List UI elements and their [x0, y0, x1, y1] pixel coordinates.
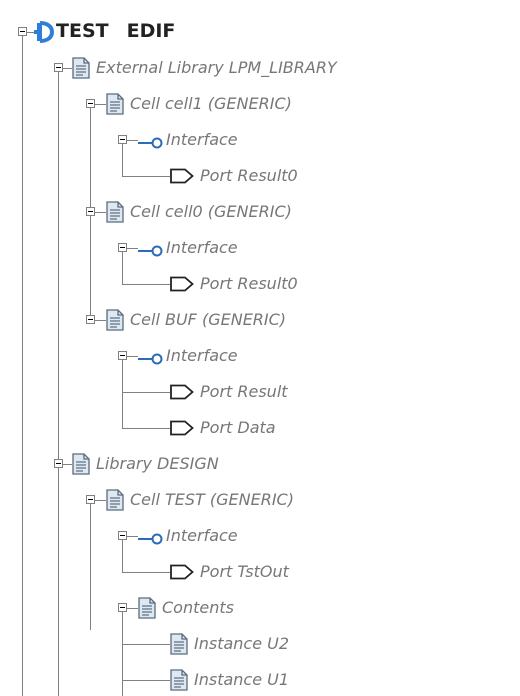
- node-label: Port Data: [200, 418, 276, 437]
- tree-node[interactable]: Library DESIGN: [0, 452, 520, 476]
- tree-connector: [127, 608, 138, 609]
- tree-connector: [122, 680, 170, 681]
- tree-node[interactable]: Instance U1: [0, 668, 520, 692]
- node-label: Cell BUF (GENERIC): [130, 310, 287, 329]
- tree-root[interactable]: TEST EDIF: [0, 20, 520, 44]
- tree-connector: [122, 428, 170, 429]
- tree-connector: [127, 536, 138, 537]
- node-label: Interface: [166, 130, 238, 149]
- collapse-toggle[interactable]: [86, 207, 95, 216]
- document-icon: [170, 669, 188, 695]
- tree-node[interactable]: Cell BUF (GENERIC): [0, 308, 520, 332]
- document-icon: [106, 489, 124, 515]
- tree-node[interactable]: Port TstOut: [0, 560, 520, 584]
- collapse-toggle[interactable]: [118, 243, 127, 252]
- interface-icon: [138, 242, 164, 261]
- tree-connector: [127, 356, 138, 357]
- collapse-toggle[interactable]: [118, 135, 127, 144]
- document-icon: [72, 57, 90, 83]
- node-label: Cell TEST (GENERIC): [130, 490, 294, 509]
- port-icon: [170, 564, 194, 584]
- tree-connector: [95, 320, 106, 321]
- tree-node[interactable]: Contents: [0, 596, 520, 620]
- tree-node[interactable]: Interface: [0, 524, 520, 548]
- tree-connector: [95, 500, 106, 501]
- tree-node[interactable]: Cell cell0 (GENERIC): [0, 200, 520, 224]
- collapse-toggle[interactable]: [86, 99, 95, 108]
- node-label: External Library LPM_LIBRARY: [96, 58, 337, 77]
- port-icon: [170, 384, 194, 404]
- document-icon: [138, 597, 156, 623]
- node-label: Port Result0: [200, 166, 298, 185]
- tree-node[interactable]: Port Result0: [0, 164, 520, 188]
- interface-icon: [138, 530, 164, 549]
- tree-node[interactable]: Interface: [0, 344, 520, 368]
- port-icon: [170, 168, 194, 188]
- document-icon: [106, 309, 124, 335]
- interface-icon: [138, 134, 164, 153]
- root-label: TEST EDIF: [56, 21, 175, 41]
- root-name: TEST: [56, 20, 109, 42]
- collapse-toggle[interactable]: [86, 495, 95, 504]
- tree-connector: [95, 104, 106, 105]
- node-label: Interface: [166, 238, 238, 257]
- node-label: Cell cell1 (GENERIC): [130, 94, 292, 113]
- tree-connector: [63, 464, 72, 465]
- collapse-toggle[interactable]: [86, 315, 95, 324]
- tree-connector: [122, 572, 170, 573]
- node-label: Port TstOut: [200, 562, 289, 581]
- tree-connector: [122, 644, 170, 645]
- node-label: Interface: [166, 346, 238, 365]
- tree-connector: [95, 212, 106, 213]
- collapse-toggle[interactable]: [54, 459, 63, 468]
- node-label: Cell cell0 (GENERIC): [130, 202, 292, 221]
- tree-connector: [122, 284, 170, 285]
- node-label: Instance U2: [194, 634, 290, 653]
- collapse-toggle[interactable]: [118, 531, 127, 540]
- tree-node[interactable]: Interface: [0, 128, 520, 152]
- interface-icon: [138, 350, 164, 369]
- tree-connector: [122, 392, 170, 393]
- edif-design-icon: [34, 21, 54, 43]
- document-icon: [72, 453, 90, 479]
- tree-node[interactable]: External Library LPM_LIBRARY: [0, 56, 520, 80]
- node-label: Port Result: [200, 382, 288, 401]
- node-label: Instance U1: [194, 670, 290, 689]
- port-icon: [170, 276, 194, 296]
- collapse-toggle[interactable]: [54, 63, 63, 72]
- node-label: Contents: [162, 598, 234, 617]
- tree-connector: [127, 140, 138, 141]
- node-label: Port Result0: [200, 274, 298, 293]
- tree-connector: [63, 68, 72, 69]
- tree-node[interactable]: Cell cell1 (GENERIC): [0, 92, 520, 116]
- tree-node[interactable]: Port Result: [0, 380, 520, 404]
- node-label: Interface: [166, 526, 238, 545]
- tree-node[interactable]: Instance U2: [0, 632, 520, 656]
- root-type: EDIF: [126, 20, 176, 42]
- node-label: Library DESIGN: [96, 454, 219, 473]
- document-icon: [106, 93, 124, 119]
- document-icon: [170, 633, 188, 659]
- tree-node[interactable]: Interface: [0, 236, 520, 260]
- tree-node[interactable]: Port Result0: [0, 272, 520, 296]
- collapse-toggle[interactable]: [118, 351, 127, 360]
- port-icon: [170, 420, 194, 440]
- collapse-toggle[interactable]: [18, 27, 27, 36]
- document-icon: [106, 201, 124, 227]
- tree-node[interactable]: Port Data: [0, 416, 520, 440]
- tree-connector: [127, 248, 138, 249]
- tree-connector: [122, 176, 170, 177]
- collapse-toggle[interactable]: [118, 603, 127, 612]
- tree-node[interactable]: Cell TEST (GENERIC): [0, 488, 520, 512]
- edif-tree: TEST EDIF External Library LPM_LIBRARY Cel…: [0, 0, 520, 696]
